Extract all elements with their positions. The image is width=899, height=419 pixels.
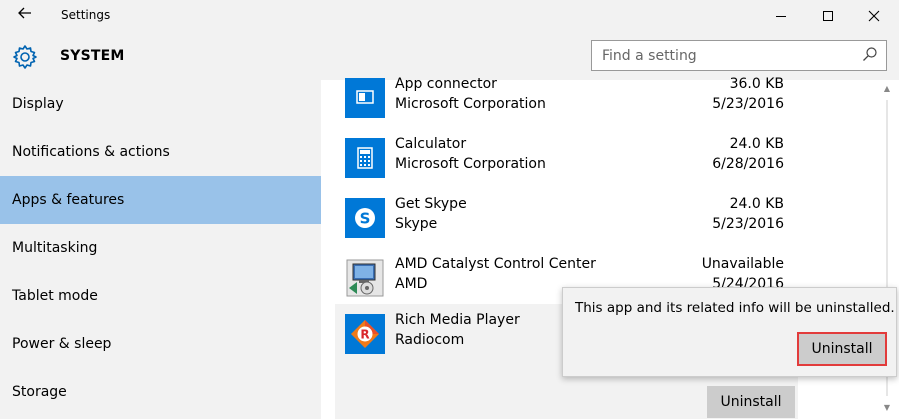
list-item[interactable]: App connector Microsoft Corporation 36.0… [335,74,798,134]
sidebar-item-power-sleep[interactable]: Power & sleep [0,320,321,368]
minimize-icon [776,15,786,17]
flyout-message: This app and its related info will be un… [575,300,895,316]
maximize-button[interactable] [805,0,851,32]
sidebar-item-tablet-mode[interactable]: Tablet mode [0,272,321,320]
uninstall-button[interactable]: Uninstall [707,386,795,418]
window-title: Settings [61,8,111,22]
app-size: 24.0 KB [729,196,784,212]
confirm-uninstall-button[interactable]: Uninstall [797,332,887,366]
app-publisher: Microsoft Corporation [395,156,546,172]
app-publisher: Radiocom [395,332,465,348]
sidebar-item-notifications[interactable]: Notifications & actions [0,128,321,176]
sidebar-item-display[interactable]: Display [0,80,321,128]
uninstall-confirmation-flyout: This app and its related info will be un… [562,287,897,377]
sidebar-item-multitasking[interactable]: Multitasking [0,224,321,272]
minimize-button[interactable] [758,0,804,32]
app-name: AMD Catalyst Control Center [395,256,596,272]
app-connector-icon [345,78,385,118]
title-bar: Settings [0,0,899,32]
rich-media-player-icon: R [345,314,385,354]
search-box[interactable] [591,40,887,71]
sidebar: Display Notifications & actions Apps & f… [0,80,321,419]
settings-header: SYSTEM [0,32,899,80]
app-name: Get Skype [395,196,467,212]
sidebar-item-apps-features[interactable]: Apps & features [0,176,321,224]
app-name: Rich Media Player [395,312,520,328]
page-title: SYSTEM [60,48,125,64]
app-size: 36.0 KB [729,76,784,92]
search-icon[interactable] [862,46,878,62]
amd-installer-icon [345,258,385,298]
search-input[interactable] [592,41,856,70]
maximize-icon [823,11,833,21]
app-publisher: AMD [395,276,428,292]
scroll-down-icon[interactable]: ▼ [882,403,892,413]
svg-text:R: R [360,328,369,342]
svg-text:S: S [360,210,371,228]
app-size: Unavailable [701,256,784,272]
app-publisher: Microsoft Corporation [395,96,546,112]
app-date: 6/28/2016 [712,156,784,172]
back-arrow-icon[interactable] [14,5,36,27]
app-publisher: Skype [395,216,438,232]
app-name: Calculator [395,136,467,152]
close-button[interactable] [851,0,897,32]
skype-icon: S [345,198,385,238]
list-item[interactable]: S Get Skype Skype 24.0 KB 5/23/2016 [335,194,798,254]
app-date: 5/23/2016 [712,216,784,232]
app-name: App connector [395,76,497,92]
close-icon [868,10,880,22]
app-date: 5/23/2016 [712,96,784,112]
app-size: 24.0 KB [729,136,784,152]
calculator-icon [345,138,385,178]
scroll-up-icon[interactable]: ▲ [882,84,892,94]
list-item[interactable]: Calculator Microsoft Corporation 24.0 KB… [335,134,798,194]
sidebar-item-storage[interactable]: Storage [0,368,321,416]
gear-icon [12,44,38,70]
